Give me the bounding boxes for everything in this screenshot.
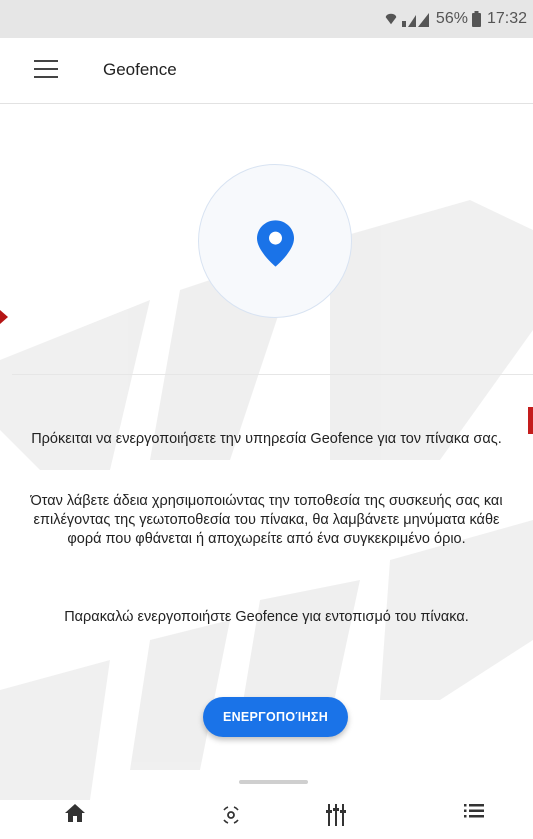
bottom-navigation [0, 790, 533, 839]
intro-text: Πρόκειται να ενεργοποιήσετε την υπηρεσία… [31, 431, 502, 447]
activate-button[interactable]: ΕΝΕΡΓΟΠΟΊΗΣΗ [203, 697, 348, 737]
nav-list[interactable] [454, 804, 494, 834]
geofence-illustration [198, 164, 352, 318]
status-bar: 56% 17:32 [0, 0, 533, 38]
battery-icon [471, 11, 481, 27]
hamburger-menu-icon[interactable] [34, 60, 58, 80]
signal-icon [401, 11, 430, 27]
clock: 17:32 [486, 10, 527, 27]
red-side-mark [528, 407, 533, 434]
sensor-icon [223, 806, 239, 824]
nav-home[interactable] [55, 804, 95, 834]
bottom-sheet-handle[interactable] [239, 780, 308, 784]
nav-sensor[interactable] [211, 804, 251, 834]
list-icon [464, 804, 484, 818]
location-icon [384, 12, 398, 26]
divider [12, 374, 533, 375]
page-title: Geofence [103, 60, 177, 79]
map-pin-icon [257, 220, 294, 267]
red-arrow-mark [0, 310, 10, 329]
app-bar: Geofence [0, 38, 533, 104]
nav-controls[interactable] [316, 804, 356, 834]
battery-percent: 56% [435, 10, 468, 27]
equalizer-icon [326, 804, 346, 826]
prompt-text: Παρακαλώ ενεργοποιήστε Geofence για εντο… [64, 609, 469, 625]
home-icon [65, 804, 85, 822]
description-text: Όταν λάβετε άδεια χρησιμοποιώντας την το… [30, 493, 503, 547]
